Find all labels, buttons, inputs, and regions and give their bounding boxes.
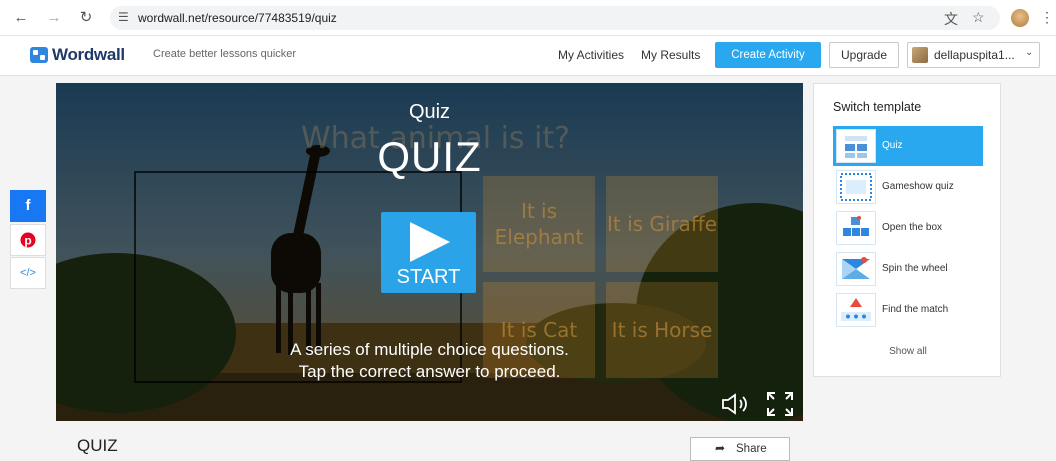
find-the-match-template-icon	[836, 293, 876, 327]
user-menu-button[interactable]: dellapuspita1... ⌄	[907, 42, 1040, 68]
chevron-down-icon: ⌄	[1025, 47, 1034, 58]
description-line: A series of multiple choice questions.	[290, 340, 569, 359]
create-activity-button[interactable]: Create Activity	[715, 42, 821, 68]
template-quiz[interactable]: Quiz	[833, 126, 983, 166]
wordwall-logo-icon	[30, 47, 48, 63]
switch-template-title: Switch template	[833, 100, 922, 114]
fullscreen-icon[interactable]	[766, 391, 794, 417]
pinterest-icon: p	[20, 232, 36, 248]
logo-text: Wordwall	[52, 45, 125, 64]
embed-button[interactable]: </>	[10, 257, 46, 289]
facebook-share-button[interactable]: f	[10, 190, 46, 222]
template-label: Spin the wheel	[882, 263, 948, 274]
open-the-box-template-icon	[836, 211, 876, 245]
reload-icon[interactable]: ↻	[77, 9, 95, 27]
quiz-template-icon	[836, 129, 876, 163]
share-label: Share	[736, 443, 767, 455]
facebook-icon: f	[25, 197, 31, 214]
url-text[interactable]: wordwall.net/resource/77483519/quiz	[138, 11, 337, 25]
template-label: Find the match	[882, 304, 949, 315]
embed-icon: </>	[20, 267, 36, 279]
template-find-the-match[interactable]: Find the match	[833, 290, 983, 330]
play-icon	[410, 222, 450, 262]
activity-description: A series of multiple choice questions. T…	[56, 339, 803, 383]
pinterest-share-button[interactable]: p	[10, 224, 46, 256]
my-results-link[interactable]: My Results	[641, 48, 700, 62]
answer-box: It is Giraffe	[606, 176, 718, 272]
tune-icon[interactable]: ☰	[118, 10, 129, 24]
answer-box: It is Elephant	[483, 176, 595, 272]
template-label: Gameshow quiz	[882, 181, 954, 192]
arrow-right-icon[interactable]: →	[45, 9, 63, 27]
arrow-left-icon[interactable]: ←	[12, 9, 30, 27]
template-open-the-box[interactable]: Open the box	[833, 208, 983, 248]
address-bar[interactable]: ☰ wordwall.net/resource/77483519/quiz	[110, 6, 1000, 30]
browser-toolbar: ← → ↻ ☰ wordwall.net/resource/77483519/q…	[0, 0, 1056, 36]
kebab-menu-icon[interactable]: ⋮	[1040, 9, 1054, 26]
start-button[interactable]: START	[381, 212, 476, 293]
template-label: Quiz	[882, 140, 903, 151]
profile-avatar[interactable]	[1011, 9, 1029, 27]
gameshow-quiz-template-icon	[836, 170, 876, 204]
tagline: Create better lessons quicker	[153, 48, 297, 60]
svg-text:p: p	[24, 234, 31, 248]
user-avatar	[912, 47, 928, 63]
start-label: START	[396, 266, 461, 288]
spin-the-wheel-template-icon	[836, 252, 876, 286]
switch-template-panel: Switch template Quiz Gameshow quiz Open …	[813, 83, 1001, 377]
my-activities-link[interactable]: My Activities	[558, 48, 624, 62]
star-icon[interactable]: ☆	[972, 9, 985, 26]
upgrade-button[interactable]: Upgrade	[829, 42, 899, 68]
share-arrow-icon: ➦	[715, 441, 726, 455]
site-header: Wordwall Create better lessons quicker M…	[0, 36, 1056, 76]
template-name: Quiz	[408, 101, 451, 123]
show-all-link[interactable]: Show all	[814, 346, 1002, 357]
activity-title-overlay: QUIZ	[377, 133, 482, 180]
share-button[interactable]: ➦ Share	[690, 437, 790, 461]
wordwall-logo[interactable]: Wordwall	[30, 45, 125, 65]
template-label: Open the box	[882, 222, 943, 233]
game-player[interactable]: What animal is it? It is Elephant It is …	[56, 83, 803, 421]
description-line: Tap the correct answer to proceed.	[298, 362, 561, 381]
template-spin-the-wheel[interactable]: Spin the wheel	[833, 249, 983, 289]
translate-icon[interactable]: 文	[944, 9, 958, 29]
sound-icon[interactable]	[721, 393, 751, 415]
user-name: dellapuspita1...	[934, 48, 1015, 62]
activity-title: QUIZ	[77, 436, 118, 455]
template-gameshow-quiz[interactable]: Gameshow quiz	[833, 167, 983, 207]
